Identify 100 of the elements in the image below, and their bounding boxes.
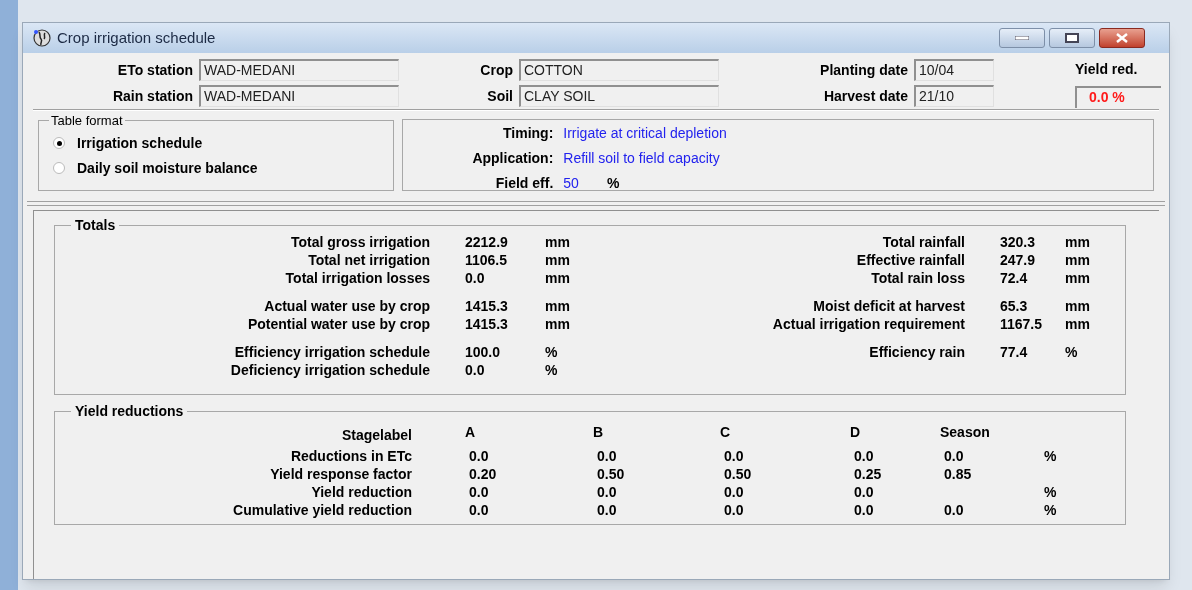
unit-label: mm [1065, 315, 1091, 334]
field-label: Planting date [819, 60, 908, 80]
table-cell-text: 0.0 [469, 501, 490, 520]
table-cell-text: 0.0 [724, 501, 745, 520]
radio-button[interactable] [53, 162, 65, 174]
table-cell-text: 0.0 [597, 483, 618, 502]
total-value: 65.3 [1000, 297, 1029, 316]
total-label: Efficiency irrigation schedule [233, 343, 430, 362]
table-cell-text: 0.85 [944, 465, 973, 484]
unit-label: mm [545, 269, 571, 288]
table-cell-text: 0.0 [854, 447, 875, 466]
unit-label: mm [1065, 233, 1091, 252]
total-label: Actual water use by crop [263, 297, 430, 316]
globe-icon [33, 29, 51, 47]
total-label: Effective rainfall [855, 251, 965, 270]
text-field[interactable]: CLAY SOIL [519, 85, 719, 107]
table-cell-text: 0.0 [854, 501, 875, 520]
total-value: 2212.9 [465, 233, 509, 252]
table-cell-text: 0.0 [944, 501, 965, 520]
total-label: Actual irrigation requirement [771, 315, 965, 334]
unit-label: mm [545, 297, 571, 316]
total-value: 320.3 [1000, 233, 1037, 252]
field-label: Crop [479, 60, 513, 80]
table-cell-text: 0.0 [724, 447, 745, 466]
row-label: Cumulative yield reduction [232, 501, 412, 520]
radio-option[interactable]: Irrigation schedule [53, 132, 380, 154]
total-label: Deficiency irrigation schedule [229, 361, 430, 380]
unit-label: mm [545, 233, 571, 252]
station-field[interactable]: WAD-MEDANI [199, 85, 399, 107]
row-label: Reductions in ETc [289, 447, 412, 466]
total-value: 1415.3 [465, 315, 509, 334]
option-label: Irrigation schedule [77, 133, 203, 153]
setting-value: Refill soil to field capacity [563, 149, 720, 168]
field-label: Yield red. [1075, 60, 1138, 79]
setting-label: Field eff. [494, 174, 554, 193]
field-label: ETo station [116, 60, 193, 80]
close-button[interactable] [1099, 28, 1145, 48]
table-cell-text: 0.50 [724, 465, 753, 484]
total-value: 1167.5 [1000, 315, 1044, 334]
total-label: Moist deficit at harvest [812, 297, 965, 316]
field-label: Soil [486, 86, 513, 106]
group-title: Table format [50, 112, 124, 130]
total-label: Total gross irrigation [290, 233, 430, 252]
column-header: A [465, 423, 477, 442]
field-label: Harvest date [822, 86, 908, 106]
table-cell-text: 0.0 [469, 447, 490, 466]
setting-value: 50 [563, 174, 579, 193]
unit-label: % [1044, 501, 1057, 520]
total-value: 77.4 [1000, 343, 1029, 362]
table-cell-text: 0.0 [597, 501, 618, 520]
column-header: C [720, 423, 732, 442]
station-field[interactable]: WAD-MEDANI [199, 59, 399, 81]
maximize-icon [1065, 33, 1079, 43]
unit-label: mm [1065, 297, 1091, 316]
yield-reduction-field: 0.0 % [1075, 86, 1161, 108]
table-cell-text: 0.0 [469, 483, 490, 502]
group-title: Totals [74, 216, 117, 235]
group-title: Yield reductions [74, 402, 185, 421]
minimize-icon [1015, 36, 1029, 40]
total-label: Total irrigation losses [284, 269, 430, 288]
setting-label: Timing: [502, 124, 554, 143]
date-field[interactable]: 10/04 [914, 59, 994, 81]
setting-value: Irrigate at critical depletion [563, 124, 727, 143]
table-cell-text: 0.20 [469, 465, 498, 484]
close-icon [1115, 33, 1129, 43]
radio-option[interactable]: Daily soil moisture balance [53, 157, 380, 179]
column-header: B [593, 423, 605, 442]
option-label: Daily soil moisture balance [77, 158, 258, 178]
maximize-button[interactable] [1049, 28, 1095, 48]
unit-label: % [1044, 483, 1057, 502]
column-header: Stagelabel [340, 426, 412, 445]
unit-label: % [1065, 343, 1079, 362]
date-field[interactable]: 21/10 [914, 85, 994, 107]
table-cell-text: 0.0 [944, 447, 965, 466]
radio-button[interactable] [53, 137, 65, 149]
table-cell-text: 0.0 [724, 483, 745, 502]
total-value: 0.0 [465, 269, 486, 288]
total-value: 247.9 [1000, 251, 1037, 270]
total-value: 1106.5 [465, 251, 509, 270]
column-header: D [850, 423, 862, 442]
unit-label: % [545, 343, 559, 362]
window-title: Crop irrigation schedule [57, 27, 216, 48]
text-field[interactable]: COTTON [519, 59, 719, 81]
total-value: 1415.3 [465, 297, 509, 316]
table-cell-text: 0.0 [597, 447, 618, 466]
field-label: Rain station [111, 86, 193, 106]
total-label: Efficiency rain [868, 343, 965, 362]
total-label: Total rain loss [870, 269, 965, 288]
total-label: Potential water use by crop [246, 315, 430, 334]
unit-label: % [545, 361, 559, 380]
unit-label: % [1044, 447, 1057, 466]
unit-label: % [606, 174, 620, 193]
row-label: Yield response factor [269, 465, 412, 484]
unit-label: mm [1065, 269, 1091, 288]
unit-label: mm [545, 251, 571, 270]
row-label: Yield reduction [310, 483, 412, 502]
total-value: 0.0 [465, 361, 486, 380]
unit-label: mm [545, 315, 571, 334]
table-cell-text: 0.0 [854, 483, 875, 502]
setting-label: Application: [471, 149, 554, 168]
